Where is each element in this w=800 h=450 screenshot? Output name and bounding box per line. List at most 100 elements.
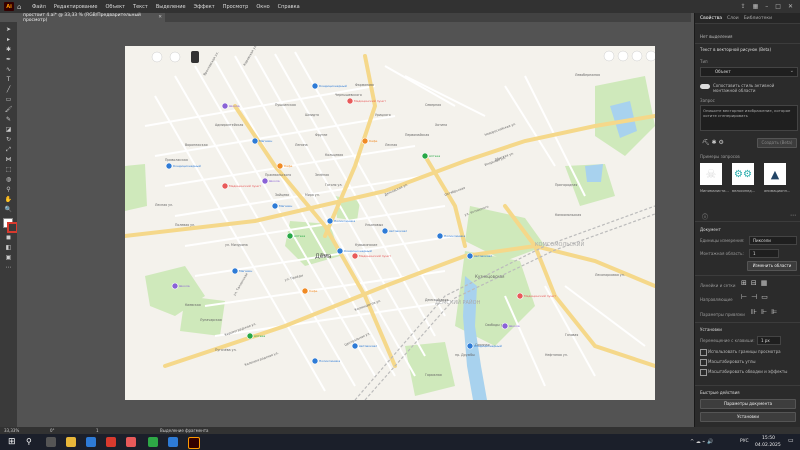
telegram-icon[interactable] [86, 437, 96, 447]
map-compass-icon[interactable] [603, 50, 615, 62]
search-icon[interactable]: ⚲ [26, 437, 36, 447]
screen-mode-icon[interactable]: ▣ [3, 254, 14, 262]
type-tool-icon[interactable]: T [3, 76, 14, 84]
menu-help[interactable]: Справка [278, 4, 300, 10]
eraser-tool-icon[interactable]: ◪ [3, 126, 14, 134]
menu-edit[interactable]: Редактирование [54, 4, 98, 10]
share-icon[interactable]: ⇪ [741, 3, 746, 10]
workspace-icon[interactable]: ▦ [753, 3, 759, 10]
task-view-icon[interactable] [46, 437, 56, 447]
tab-layers[interactable]: Слои [727, 16, 739, 21]
magic-wand-icon[interactable]: ✱ [3, 46, 14, 54]
street-label: Кувыкинские [355, 243, 377, 247]
tray-icons[interactable]: ^ ☁ ⌁ 🔊 [690, 439, 713, 445]
type-dropdown[interactable]: Объект ⌄ [700, 67, 798, 77]
home-icon[interactable]: ⌂ [17, 3, 26, 11]
tab-properties[interactable]: Свойства [700, 16, 722, 21]
poi-marker [351, 252, 359, 260]
width-tool-icon[interactable]: ⋈ [3, 156, 14, 164]
generate-button[interactable]: Создать (Beta) [757, 138, 797, 148]
street-label: Газовая [565, 333, 578, 337]
app-icon-green[interactable] [148, 437, 158, 447]
scale-strokes-checkbox[interactable] [700, 369, 707, 376]
map-save-icon[interactable] [645, 50, 655, 62]
menu-object[interactable]: Объект [105, 4, 125, 10]
close-button[interactable]: ✕ [788, 3, 793, 10]
match-style-toggle[interactable] [700, 84, 710, 89]
poi-marker [351, 342, 359, 350]
map-layers-icon[interactable] [169, 51, 181, 63]
menu-window[interactable]: Окно [256, 4, 269, 10]
menu-type[interactable]: Текст [133, 4, 148, 10]
text-to-vector-title[interactable]: Текст в векторной рисунок (Beta) [700, 47, 771, 52]
shape-builder-icon[interactable]: ◍ [3, 176, 14, 184]
clock-date[interactable]: 04.02.2025 [755, 443, 781, 448]
units-dropdown[interactable]: Пиксели [749, 236, 797, 245]
curvature-tool-icon[interactable]: ∿ [3, 66, 14, 74]
nudge-input[interactable]: 1 px [757, 336, 781, 345]
zoom-level[interactable]: 33,33% [4, 428, 19, 433]
selection-tool-icon[interactable]: ➤ [3, 26, 14, 34]
document-section-title: Документ [700, 227, 721, 232]
rectangle-tool-icon[interactable]: ▭ [3, 96, 14, 104]
paintbrush-tool-icon[interactable]: 🖌 [3, 106, 14, 114]
map-camera-icon[interactable] [631, 50, 643, 62]
preferences-button[interactable]: Установки [700, 412, 796, 422]
document-tab[interactable]: простоит 4.ai* @ 33,33 % (RGB/Предварите… [20, 13, 165, 23]
file-explorer-icon[interactable] [66, 437, 76, 447]
direct-selection-tool-icon[interactable]: ▸ [3, 36, 14, 44]
draw-mode-icon[interactable]: ◧ [3, 244, 14, 252]
maximize-button[interactable]: □ [775, 3, 781, 10]
app-icon-red[interactable] [126, 437, 136, 447]
style-picker-icon[interactable]: ⛏ ✱ ⚙ [702, 139, 724, 146]
menu-view[interactable]: Просмотр [223, 4, 249, 10]
scale-corners-checkbox[interactable] [700, 359, 707, 366]
minimize-button[interactable]: – [765, 3, 768, 10]
zoom-tool-icon[interactable]: 🔍 [3, 206, 14, 214]
menu-file[interactable]: Файл [32, 4, 46, 10]
guides-icon[interactable]: ⊢⊣▭ [741, 293, 772, 301]
bicycle-icon[interactable]: ⚙⚙ [732, 163, 754, 185]
menu-effect[interactable]: Эффект [194, 4, 215, 10]
snap-icon[interactable]: ⊪⊩⊫ [751, 308, 781, 316]
yandex-browser-icon[interactable] [106, 437, 116, 447]
poi-marker [326, 217, 334, 225]
info-icon[interactable]: ⓘ [702, 212, 708, 221]
map-sidebar-toggle[interactable] [191, 51, 199, 63]
artboard-number[interactable]: 1 [96, 428, 99, 433]
menu-select[interactable]: Выделение [156, 4, 186, 10]
more-tools-icon[interactable]: ⋯ [3, 264, 14, 272]
notifications-icon[interactable]: ▭ [788, 437, 794, 444]
rocket-icon[interactable]: ▲ [764, 163, 786, 185]
document-setup-button[interactable]: Параметры документа [700, 399, 796, 409]
rotate-tool-icon[interactable]: ↻ [3, 136, 14, 144]
scale-tool-icon[interactable]: ⤢ [3, 146, 14, 154]
pen-tool-icon[interactable]: ✒ [3, 56, 14, 64]
rotation-angle[interactable]: 0° [50, 428, 55, 433]
close-tab-icon[interactable]: ✕ [158, 15, 162, 20]
skull-icon[interactable]: ☠ [700, 163, 722, 185]
prompt-input[interactable]: Опишите векторное изображение, которое х… [700, 105, 798, 131]
color-mode-icon[interactable]: ◼ [3, 234, 14, 242]
eyedropper-tool-icon[interactable]: ⚲ [3, 186, 14, 194]
illustrator-taskbar-icon[interactable] [188, 437, 200, 449]
artboard-dropdown[interactable]: 1 [749, 249, 779, 258]
windows-start-icon[interactable]: ⊞ [8, 437, 18, 447]
rulers-grid-icon[interactable]: ⊞⊟▦ [741, 279, 771, 287]
edit-artboards-button[interactable]: Изменить области [747, 261, 797, 271]
clock-time[interactable]: 15:50 [762, 436, 775, 441]
free-transform-icon[interactable]: ⬚ [3, 166, 14, 174]
hand-tool-icon[interactable]: ✋ [3, 196, 14, 204]
map-search-icon[interactable] [151, 51, 163, 63]
artboard-map[interactable]: Дёма ДЁМСКИЙ РАЙОН Кузнецовская КОМСОМОЛ… [125, 46, 655, 400]
poi-label: Магазин [259, 139, 272, 143]
map-print-icon[interactable] [617, 50, 629, 62]
tab-libraries[interactable]: Библиотеки [744, 16, 772, 21]
poi-label: Кафе [309, 289, 318, 293]
line-tool-icon[interactable]: ╱ [3, 86, 14, 94]
preview-bounds-checkbox[interactable] [700, 349, 707, 356]
input-language[interactable]: РУС [740, 439, 749, 444]
app-icon-blue[interactable] [168, 437, 178, 447]
more-options-icon[interactable]: ⋯ [790, 212, 796, 219]
shaper-tool-icon[interactable]: ✎ [3, 116, 14, 124]
